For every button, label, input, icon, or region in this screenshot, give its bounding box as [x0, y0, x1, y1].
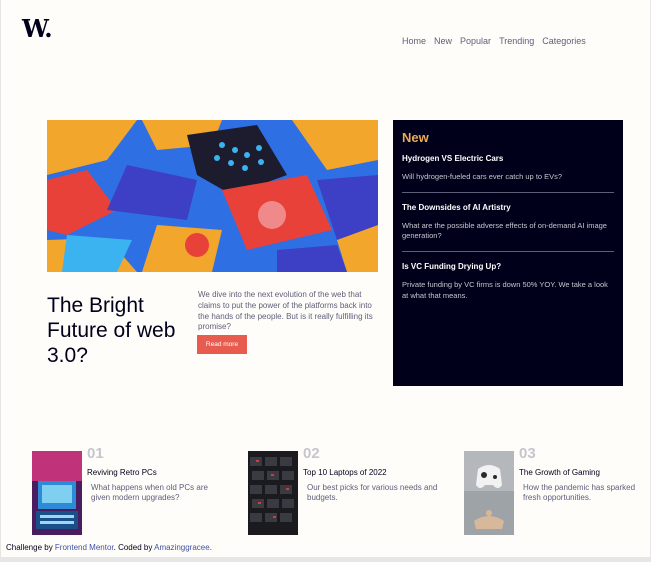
nav-home[interactable]: Home [402, 36, 426, 46]
article-number: 02 [303, 445, 320, 462]
news-item-text: What are the possible adverse effects of… [402, 221, 607, 241]
footer-middle: . Coded by [113, 543, 155, 552]
main-nav: Home New Popular Trending Categories [402, 36, 586, 46]
news-item: The Downsides of AI Artistry What are th… [402, 192, 614, 251]
read-more-button[interactable]: Read more [197, 335, 247, 354]
article-title[interactable]: Reviving Retro PCs [87, 468, 222, 477]
article-card-body: 01 Reviving Retro PCs What happens when … [87, 445, 222, 535]
new-section-heading: New [402, 130, 429, 145]
article-title[interactable]: Top 10 Laptops of 2022 [303, 468, 438, 477]
site-logo[interactable]: W. [22, 14, 53, 43]
article-title[interactable]: The Growth of Gaming [519, 468, 644, 477]
article-card-body: 02 Top 10 Laptops of 2022 Our best picks… [303, 445, 438, 535]
news-item-title[interactable]: Is VC Funding Drying Up? [402, 262, 614, 271]
author-link[interactable]: Amazinggracee [154, 543, 210, 552]
retro-pc-thumbnail [32, 451, 82, 535]
nav-popular[interactable]: Popular [460, 36, 491, 46]
gaming-controller-thumbnail [464, 451, 514, 535]
laptop-keyboard-thumbnail [248, 451, 298, 535]
nav-trending[interactable]: Trending [499, 36, 534, 46]
footer-prefix: Challenge by [6, 543, 55, 552]
frontend-mentor-link[interactable]: Frontend Mentor [55, 543, 114, 552]
article-text: Our best picks for various needs and bud… [307, 483, 438, 503]
article-card: 02 Top 10 Laptops of 2022 Our best picks… [248, 445, 438, 535]
nav-categories[interactable]: Categories [542, 36, 586, 46]
hero-title: The Bright Future of web 3.0? [47, 294, 176, 368]
new-section: New Hydrogen VS Electric Cars Will hydro… [393, 120, 623, 386]
news-item-title[interactable]: The Downsides of AI Artistry [402, 203, 614, 212]
hero-image [47, 120, 378, 272]
footer-suffix: . [209, 543, 212, 552]
article-text: How the pandemic has sparked fresh oppor… [523, 483, 636, 503]
article-number: 01 [87, 445, 104, 462]
hero-description: We dive into the next evolution of the w… [198, 290, 373, 332]
article-card: 03 The Growth of Gaming How the pandemic… [464, 445, 644, 535]
news-item: Hydrogen VS Electric Cars Will hydrogen-… [402, 154, 614, 192]
news-item: Is VC Funding Drying Up? Private funding… [402, 251, 614, 310]
horizontal-scrollbar[interactable] [1, 557, 650, 562]
news-item-title[interactable]: Hydrogen VS Electric Cars [402, 154, 614, 163]
news-item-text: Private funding by VC firms is down 50% … [402, 280, 608, 300]
article-card: 01 Reviving Retro PCs What happens when … [32, 445, 222, 535]
news-item-text: Will hydrogen-fueled cars ever catch up … [402, 172, 563, 181]
article-text: What happens when old PCs are given mode… [91, 483, 208, 503]
article-number: 03 [519, 445, 536, 462]
attribution-footer: Challenge by Frontend Mentor. Coded by A… [6, 543, 212, 552]
article-card-body: 03 The Growth of Gaming How the pandemic… [519, 445, 644, 535]
nav-new[interactable]: New [434, 36, 452, 46]
